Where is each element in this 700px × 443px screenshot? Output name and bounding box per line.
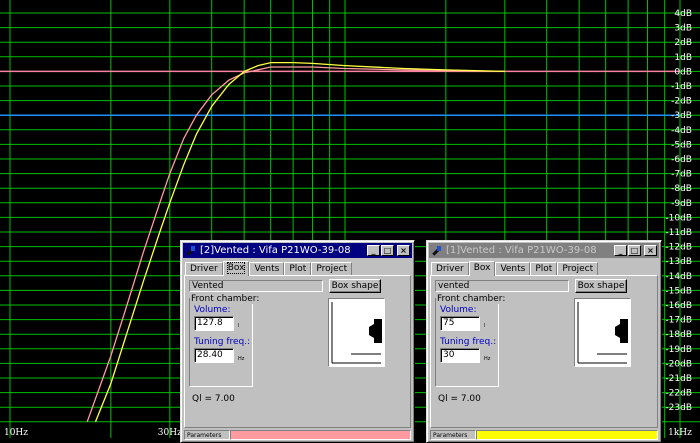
volume-label: Volume: bbox=[440, 305, 477, 315]
tab-strip: Driver Box Vents Plot Project bbox=[431, 261, 599, 276]
parameters-status[interactable]: Parameters bbox=[184, 430, 230, 440]
volume-input[interactable]: 75 bbox=[440, 316, 480, 331]
y-tick-label: 2dB bbox=[674, 38, 692, 48]
x-tick-label: 1kHz bbox=[668, 428, 692, 438]
y-tick-label: -19dB bbox=[665, 345, 692, 355]
y-tick-label: -1dB bbox=[671, 82, 692, 92]
y-tick-label: -21dB bbox=[665, 374, 692, 384]
y-tick-label: -12dB bbox=[665, 243, 692, 253]
box-shape-button[interactable]: Box shape bbox=[329, 279, 381, 293]
tab-plot[interactable]: Plot bbox=[530, 262, 558, 275]
y-tick-label: -13dB bbox=[665, 257, 692, 267]
tuning-freq-label: Tuning freq.: bbox=[440, 337, 497, 347]
tab-box[interactable]: Box bbox=[468, 261, 496, 276]
parameters-status[interactable]: Parameters bbox=[430, 430, 476, 440]
box-tab-panel: Vented Box shape Front chamber: Volume: … bbox=[184, 275, 411, 428]
window-title: [2]Vented : Vifa P21WO-39-08 bbox=[200, 245, 351, 256]
maximize-button[interactable]: □ bbox=[381, 245, 394, 256]
box-diagram-icon bbox=[331, 301, 382, 364]
tuning-freq-label: Tuning freq.: bbox=[194, 337, 251, 347]
box-diagram-icon bbox=[577, 301, 628, 364]
y-tick-label: 0dB bbox=[674, 67, 692, 77]
y-tick-label: -8dB bbox=[671, 184, 692, 194]
status-bar: Parameters bbox=[184, 430, 411, 440]
window-titlebar[interactable]: [1]Vented : Vifa P21WO-39-08 _ □ × bbox=[429, 243, 659, 258]
ql-value: Ql = 7.00 bbox=[438, 394, 481, 404]
y-tick-label: -10dB bbox=[665, 213, 692, 223]
y-tick-label: -16dB bbox=[665, 301, 692, 311]
box-shape-button[interactable]: Box shape bbox=[575, 279, 627, 293]
y-tick-label: -15dB bbox=[665, 286, 692, 296]
tab-box[interactable]: Box bbox=[222, 261, 250, 276]
tab-project[interactable]: Project bbox=[557, 262, 599, 275]
ql-value: Ql = 7.00 bbox=[192, 394, 235, 404]
tab-vents[interactable]: Vents bbox=[249, 262, 285, 275]
y-tick-label: -7dB bbox=[671, 170, 692, 180]
tab-plot[interactable]: Plot bbox=[284, 262, 312, 275]
tuning-freq-input[interactable]: 30 bbox=[440, 348, 480, 363]
tab-driver[interactable]: Driver bbox=[185, 262, 223, 275]
close-button[interactable]: × bbox=[644, 245, 657, 256]
y-tick-label: -14dB bbox=[665, 272, 692, 282]
y-tick-label: 3dB bbox=[674, 24, 692, 34]
y-tick-label: -11dB bbox=[665, 228, 692, 238]
front-chamber-label: Front chamber: bbox=[190, 294, 261, 304]
box-shape-preview bbox=[574, 298, 631, 367]
curve-color-swatch bbox=[230, 430, 411, 440]
box-window-2[interactable]: [2]Vented : Vifa P21WO-39-08 _ □ × Drive… bbox=[180, 240, 415, 443]
y-tick-label: -6dB bbox=[671, 155, 692, 165]
box-type-field[interactable]: vented bbox=[435, 280, 569, 292]
y-tick-label: -5dB bbox=[671, 140, 692, 150]
window-title: [1]Vented : Vifa P21WO-39-08 bbox=[446, 245, 597, 256]
minimize-button[interactable]: _ bbox=[614, 245, 627, 256]
tab-box-label: Box bbox=[226, 262, 246, 274]
y-tick-label: -2dB bbox=[671, 97, 692, 107]
tuning-freq-unit: Hz bbox=[238, 356, 245, 362]
volume-unit: l bbox=[484, 323, 486, 329]
y-tick-label: 1dB bbox=[674, 53, 692, 63]
minimize-button[interactable]: _ bbox=[367, 245, 380, 256]
y-tick-label: -9dB bbox=[671, 199, 692, 209]
close-button[interactable]: × bbox=[397, 245, 410, 256]
y-tick-label: -17dB bbox=[665, 316, 692, 326]
y-tick-label: -22dB bbox=[665, 389, 692, 399]
tab-vents[interactable]: Vents bbox=[495, 262, 531, 275]
tuning-freq-input[interactable]: 28.40 bbox=[194, 348, 234, 363]
volume-label: Volume: bbox=[194, 305, 231, 315]
maximize-button[interactable]: □ bbox=[628, 245, 641, 256]
box-shape-preview bbox=[328, 298, 385, 367]
status-bar: Parameters bbox=[430, 430, 658, 440]
y-tick-label: -3dB bbox=[671, 111, 692, 121]
speaker-app-icon bbox=[185, 245, 197, 257]
tab-project[interactable]: Project bbox=[311, 262, 353, 275]
tab-driver[interactable]: Driver bbox=[431, 262, 469, 275]
volume-input[interactable]: 127.8 bbox=[194, 316, 234, 331]
box-tab-panel: vented Box shape Front chamber: Volume: … bbox=[430, 275, 658, 428]
x-tick-label: 10Hz bbox=[4, 428, 28, 438]
volume-unit: l bbox=[238, 323, 240, 329]
y-tick-label: -18dB bbox=[665, 330, 692, 340]
tab-strip: Driver Box Vents Plot Project bbox=[185, 261, 353, 276]
box-type-field[interactable]: Vented bbox=[189, 280, 323, 292]
y-tick-label: -20dB bbox=[665, 359, 692, 369]
window-titlebar[interactable]: [2]Vented : Vifa P21WO-39-08 _ □ × bbox=[183, 243, 412, 258]
front-chamber-label: Front chamber: bbox=[436, 294, 507, 304]
speaker-app-icon bbox=[431, 245, 443, 257]
tuning-freq-unit: Hz bbox=[484, 356, 491, 362]
curve-color-swatch bbox=[476, 430, 658, 440]
box-window-1[interactable]: [1]Vented : Vifa P21WO-39-08 _ □ × Drive… bbox=[426, 240, 662, 443]
y-tick-label: -4dB bbox=[671, 126, 692, 136]
tab-box-label: Box bbox=[473, 263, 491, 273]
x-tick-label: 30Hz bbox=[158, 428, 182, 438]
y-tick-label: 4dB bbox=[674, 9, 692, 19]
y-tick-label: -23dB bbox=[665, 403, 692, 413]
